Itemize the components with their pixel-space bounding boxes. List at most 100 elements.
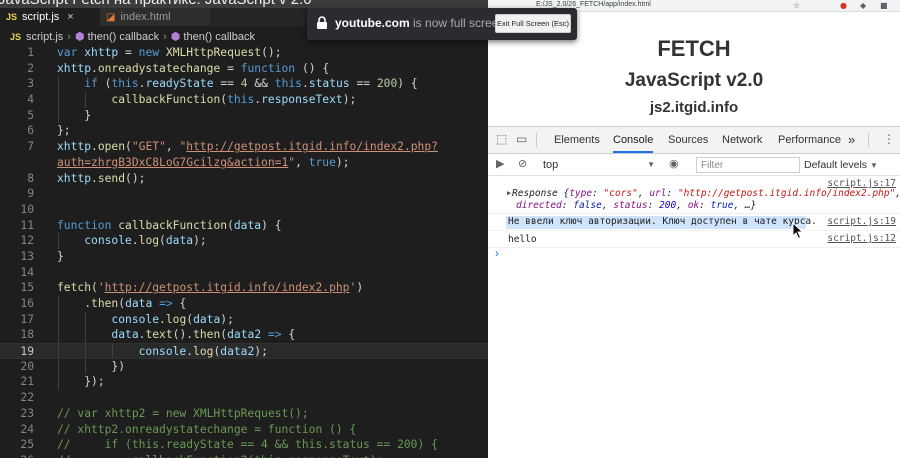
code-line: 21 }); <box>0 374 488 391</box>
code-text: } <box>84 108 92 122</box>
context-select[interactable]: top ▼ <box>543 157 655 173</box>
message-text: hello <box>508 234 537 245</box>
console-message: script.js:17 ▶ Response {type: "cors", u… <box>488 176 900 214</box>
exit-fullscreen-button[interactable]: Exit Full Screen (Esc) <box>495 14 571 33</box>
message-text: Не ввели ключ авторизации. Ключ доступен… <box>508 216 817 227</box>
more-tabs-button[interactable]: » <box>848 127 855 153</box>
code-line: 16 .then(data => { <box>0 296 488 312</box>
line-number: 11 <box>20 218 34 232</box>
star-icon[interactable]: ☆ <box>793 1 800 10</box>
code-text: var xhttp = new XMLHttpRequest(); <box>57 46 282 59</box>
device-toggle-icon[interactable]: ▭ <box>516 132 527 146</box>
line-number: 1 <box>27 46 34 59</box>
breadcrumb-item[interactable]: then() callback <box>183 31 255 43</box>
code-line: 3 if (this.readyState == 4 && this.statu… <box>0 76 488 93</box>
code-line: 9 <box>0 186 488 202</box>
tab-elements[interactable]: Elements <box>554 127 600 153</box>
code-text: }); <box>84 375 105 389</box>
cube-icon: ⬢ <box>170 31 181 43</box>
code-editor: JavaScript Fetch на практике. JavaScript… <box>0 0 488 458</box>
line-number: 19 <box>20 345 34 359</box>
line-number: 3 <box>27 77 34 91</box>
code-text: // var xhttp2 = new XMLHttpRequest(); <box>57 406 309 420</box>
console-message: hello script.js:12 <box>488 231 900 248</box>
code-line: 26 // callbackFunction2(this.responseText… <box>0 453 488 458</box>
fullscreen-domain: youtube.com <box>335 16 410 30</box>
code-line: 1 var xhttp = new XMLHttpRequest(); <box>0 45 488 61</box>
code-text: // xhttp2.onreadystatechange = function … <box>57 422 357 436</box>
code-text: .then(data => { <box>84 297 187 310</box>
console-prompt-icon[interactable]: › <box>495 246 499 260</box>
line-number: 14 <box>20 265 34 279</box>
log-levels-select[interactable]: Default levels ▼ <box>804 157 900 173</box>
code-text: console.log(data); <box>111 312 234 326</box>
code-line: 20 }) <box>0 358 488 375</box>
code-line: 18 data.text().then(data2 => { <box>0 327 488 344</box>
tab-console[interactable]: Console <box>613 127 654 153</box>
extension-icon[interactable]: ◆ <box>860 1 866 10</box>
code-text: xhttp.send(); <box>57 171 146 185</box>
line-number: 4 <box>27 93 34 107</box>
code-text: function callbackFunction(data) { <box>57 218 282 232</box>
code-line: auth=zhrgB3DxC8LoG7Gcilzg&action=1", tru… <box>0 155 488 171</box>
line-number: 26 <box>0 453 34 458</box>
tab-network[interactable]: Network <box>722 127 762 153</box>
chevron-down-icon: ▼ <box>647 160 655 169</box>
code-text: auth=zhrgB3DxC8LoG7Gcilzg&action=1", tru… <box>57 155 350 169</box>
chevron-down-icon: ▼ <box>870 161 878 170</box>
fullscreen-message: youtube.com is now full screen <box>335 16 505 30</box>
close-icon[interactable]: × <box>67 11 73 23</box>
response-object[interactable]: Response {type: "cors", url: "http://get… <box>512 188 900 199</box>
inspect-icon[interactable]: ⬚ <box>496 132 507 146</box>
code-text: data.text().then(data2 => { <box>111 328 296 342</box>
extension-icon[interactable]: ■ <box>880 1 888 10</box>
code-line: 11 function callbackFunction(data) { <box>0 218 488 234</box>
sidebar-toggle-icon[interactable]: ▶ <box>496 157 504 170</box>
line-number: 10 <box>20 202 34 216</box>
chevron-right-icon: › <box>163 31 167 43</box>
kebab-menu-icon[interactable]: ⋮ <box>883 132 895 146</box>
console-toolbar: ▶ ⊘ top ▼ ◉ Default levels▼ <box>488 154 900 176</box>
context-value: top <box>543 159 559 171</box>
tab-performance[interactable]: Performance <box>778 127 841 153</box>
console-output: script.js:17 ▶ Response {type: "cors", u… <box>488 176 900 248</box>
eye-icon[interactable]: ◉ <box>669 157 679 170</box>
source-link[interactable]: script.js:19 <box>827 216 896 227</box>
page-site: js2.itgid.info <box>649 99 739 116</box>
fullscreen-notice: youtube.com is now full screen Exit Full… <box>307 8 577 40</box>
tab-script-js[interactable]: JS script.js × <box>0 8 100 26</box>
code-text: console.log(data2); <box>138 345 268 359</box>
line-number: 23 <box>20 406 34 420</box>
code-area[interactable]: 1 var xhttp = new XMLHttpRequest(); 2 xhtt… <box>0 45 488 458</box>
line-number: 7 <box>27 140 34 154</box>
breadcrumb-item[interactable]: script.js <box>26 31 63 43</box>
tab-sources[interactable]: Sources <box>668 127 708 153</box>
code-line: 24 // xhttp2.onreadystatechange = functio… <box>0 422 488 438</box>
code-line: 25 // if (this.readyState == 4 && this.st… <box>0 437 488 453</box>
devtools-tab-bar: ⬚ ▭ Elements Console Sources Network Per… <box>488 127 900 154</box>
code-text: // callbackFunction2(this.responseText); <box>57 453 383 458</box>
filter-input[interactable] <box>696 157 800 173</box>
line-number: 18 <box>20 328 34 342</box>
tab-index-html[interactable]: ◪ index.html <box>100 8 210 26</box>
line-number: 2 <box>27 61 34 75</box>
fullscreen-text: is now full screen <box>413 16 506 30</box>
code-line: 23 // var xhttp2 = new XMLHttpRequest(); <box>0 406 488 422</box>
code-text: fetch('http://getpost.itgid.info/index2.… <box>57 281 364 295</box>
url-text[interactable]: E:/JS_2.0/26_FETCH/app/index.html <box>536 1 651 8</box>
code-line: 14 <box>0 265 488 281</box>
expand-triangle-icon[interactable]: ▶ <box>507 189 511 197</box>
code-text: xhttp.open("GET", "http://getpost.itgid.… <box>57 140 438 154</box>
line-number: 21 <box>20 375 34 389</box>
clear-console-icon[interactable]: ⊘ <box>518 157 527 170</box>
breadcrumb-item[interactable]: then() callback <box>88 31 160 43</box>
browser-window: E:/JS_2.0/26_FETCH/app/index.html ☆ ● ◆ … <box>488 0 900 458</box>
extension-icon[interactable]: ● <box>840 1 847 10</box>
source-link[interactable]: script.js:12 <box>827 233 896 244</box>
code-line: 22 <box>0 390 488 406</box>
line-number: 20 <box>20 359 34 373</box>
code-text: }) <box>111 359 126 373</box>
code-line: 10 <box>0 202 488 218</box>
code-line: 5 } <box>0 107 488 124</box>
line-number: 5 <box>27 108 34 122</box>
